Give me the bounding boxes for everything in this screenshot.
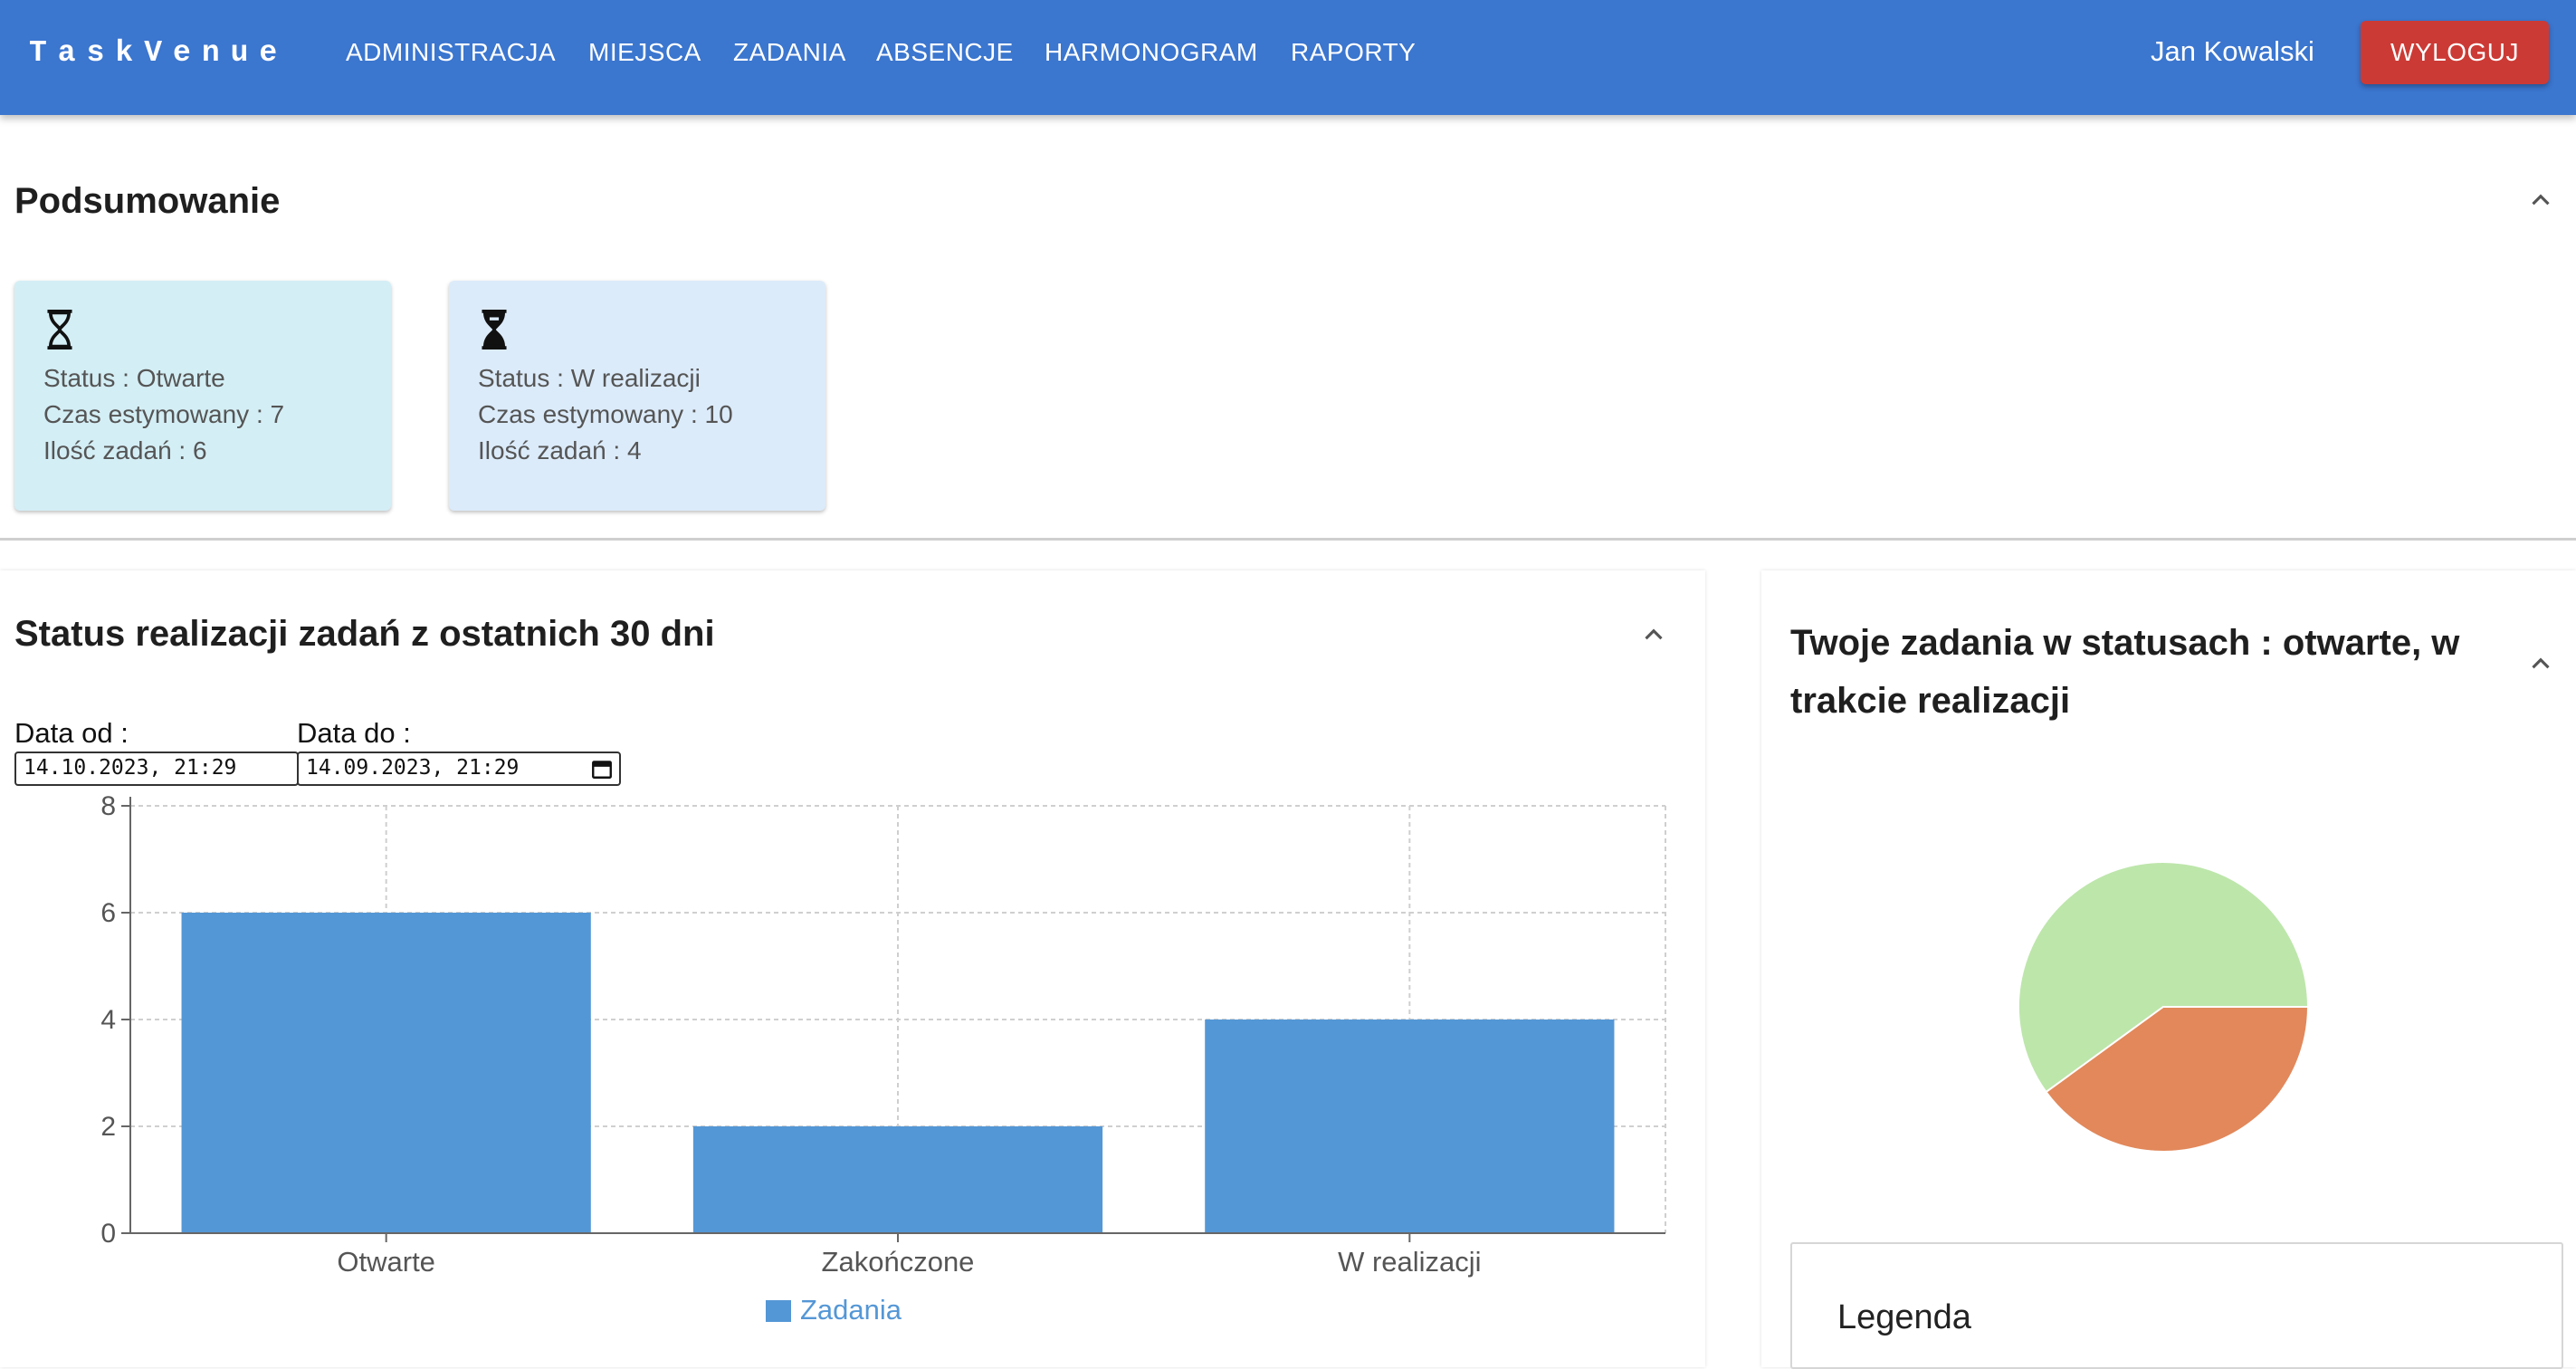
- logout-button[interactable]: WYLOGUJ: [2361, 21, 2549, 84]
- bar-zakończone: [692, 1126, 1103, 1233]
- legend-label: Zadania: [800, 1294, 902, 1326]
- status-pie-chart: [2018, 861, 2308, 1153]
- card-estimated-time: Czas estymowany : 10: [478, 400, 733, 428]
- collapse-pie-icon[interactable]: [2525, 648, 2556, 679]
- y-tick-label: 8: [100, 791, 116, 821]
- legend-title: Legenda: [1837, 1298, 1971, 1336]
- nav-miejsca[interactable]: MIEJSCA: [588, 38, 701, 67]
- pie-title-line-1: Twoje zadania w statusach : otwarte, w: [1790, 623, 2460, 663]
- y-tick-label: 0: [100, 1219, 116, 1249]
- legend-swatch: [766, 1300, 791, 1322]
- collapse-summary-icon[interactable]: [2525, 185, 2556, 215]
- nav-raporty[interactable]: RAPORTY: [1291, 38, 1416, 67]
- legend-box: Legenda: [1790, 1242, 2563, 1369]
- nav-absencje[interactable]: ABSENCJE: [876, 38, 1014, 67]
- date-to-label: Data do :: [297, 717, 411, 749]
- brand-logo[interactable]: TaskVenue: [29, 36, 288, 70]
- app-bar: TaskVenue ADMINISTRACJA MIEJSCA ZADANIA …: [0, 0, 2576, 115]
- bar-otwarte: [181, 913, 591, 1233]
- y-tick-label: 2: [100, 1112, 116, 1142]
- card-status: Status : Otwarte: [43, 364, 225, 392]
- status-chart-title: Status realizacji zadań z ostatnich 30 d…: [14, 614, 715, 654]
- bar-w-realizacji: [1205, 1020, 1615, 1233]
- date-from-label: Data od :: [14, 717, 129, 749]
- x-tick-label: W realizacji: [1338, 1246, 1481, 1278]
- card-task-count: Ilość zadań : 4: [478, 436, 642, 464]
- status-bar-chart: 0 2 4 6 8 Otwarte Zakończone W realizacji Zadani…: [100, 791, 1666, 1326]
- nav-zadania[interactable]: ZADANIA: [733, 38, 846, 67]
- nav-administracja[interactable]: ADMINISTRACJA: [346, 38, 556, 67]
- x-tick-label: Zakończone: [822, 1246, 975, 1278]
- hourglass-empty-icon: [47, 310, 72, 349]
- card-estimated-time: Czas estymowany : 7: [43, 400, 285, 428]
- card-status: Status : W realizacji: [478, 364, 701, 392]
- nav-harmonogram[interactable]: HARMONOGRAM: [1045, 38, 1258, 67]
- pie-title-line-2: trakcie realizacji: [1790, 681, 2071, 721]
- collapse-status-icon[interactable]: [1638, 619, 1669, 650]
- summary-title: Podsumowanie: [14, 181, 281, 221]
- summary-card-in-progress: Status : W realizacji Czas estymowany : …: [449, 281, 825, 511]
- user-name: Jan Kowalski: [2151, 35, 2314, 67]
- x-tick-label: Otwarte: [337, 1246, 435, 1278]
- summary-card-open: Status : Otwarte Czas estymowany : 7 Ilo…: [14, 281, 391, 511]
- pie-chart-title: Twoje zadania w statusach : otwarte, w t…: [1790, 614, 2459, 730]
- y-tick-label: 4: [100, 1005, 116, 1035]
- calendar-icon[interactable]: [590, 757, 614, 780]
- card-task-count: Ilość zadań : 6: [43, 436, 207, 464]
- section-divider: [0, 538, 2576, 541]
- hourglass-full-icon: [482, 310, 507, 349]
- y-tick-label: 6: [100, 898, 116, 928]
